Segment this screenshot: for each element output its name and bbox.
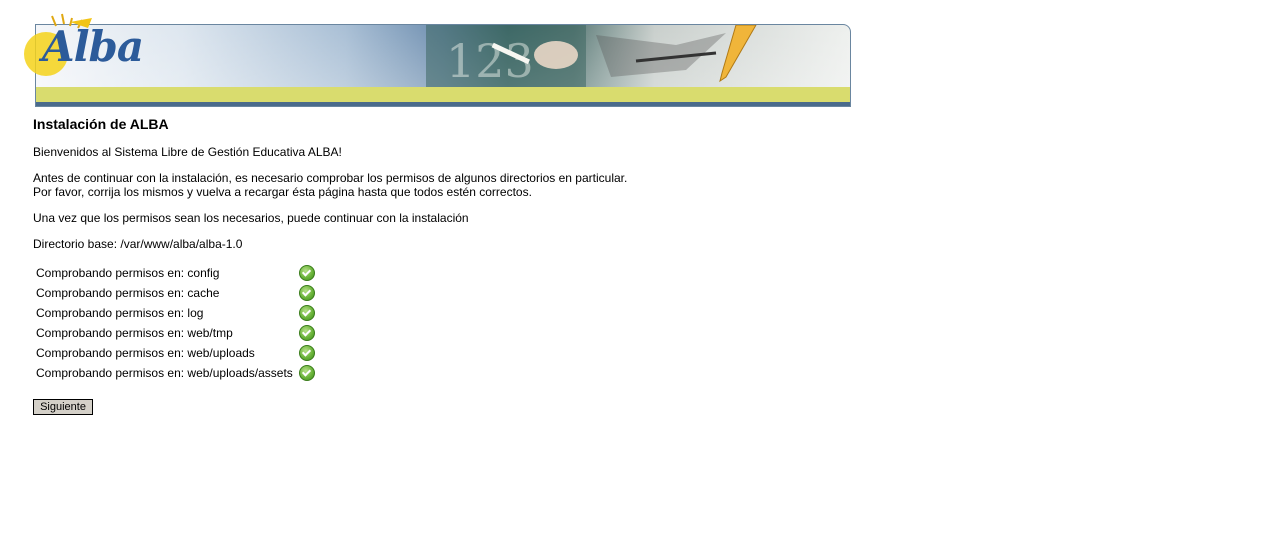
banner-image: 123: [35, 24, 851, 107]
table-row: Comprobando permisos en: web/uploads: [33, 343, 318, 363]
table-row: Comprobando permisos en: web/uploads/ass…: [33, 363, 318, 383]
check-ok-icon: [298, 305, 315, 321]
page: 123 Alba Instalación de ALBA Bienvenidos…: [0, 0, 1266, 551]
check-label: Comprobando permisos en: log: [36, 306, 204, 320]
continue-note: Una vez que los permisos sean los necesa…: [33, 211, 469, 225]
header-banner: 123 Alba: [12, 8, 852, 108]
instructions-line-2: Por favor, corrija los mismos y vuelva a…: [33, 185, 532, 199]
base-directory: Directorio base: /var/www/alba/alba-1.0: [33, 237, 243, 251]
instructions-line-1: Antes de continuar con la instalación, e…: [33, 171, 628, 185]
check-label: Comprobando permisos en: cache: [36, 286, 220, 300]
check-label: Comprobando permisos en: web/uploads: [36, 346, 255, 360]
check-ok-icon: [298, 345, 315, 361]
logo-text: Alba: [42, 22, 144, 71]
main-content: Instalación de ALBA Bienvenidos al Siste…: [33, 115, 933, 415]
page-title: Instalación de ALBA: [33, 116, 169, 132]
table-row: Comprobando permisos en: log: [33, 303, 318, 323]
alba-logo: Alba: [12, 8, 152, 88]
welcome-text: Bienvenidos al Sistema Libre de Gestión …: [33, 145, 342, 159]
table-row: Comprobando permisos en: web/tmp: [33, 323, 318, 343]
table-row: Comprobando permisos en: cache: [33, 283, 318, 303]
check-ok-icon: [298, 265, 315, 281]
check-label: Comprobando permisos en: config: [36, 266, 220, 280]
check-label: Comprobando permisos en: web/tmp: [36, 326, 233, 340]
permissions-check-table: Comprobando permisos en: config Comproba…: [33, 263, 318, 383]
instructions: Antes de continuar con la instalación, e…: [33, 171, 933, 199]
check-ok-icon: [298, 365, 315, 381]
next-button[interactable]: Siguiente: [33, 399, 93, 415]
table-row: Comprobando permisos en: config: [33, 263, 318, 283]
check-ok-icon: [298, 325, 315, 341]
check-label: Comprobando permisos en: web/uploads/ass…: [36, 366, 293, 380]
banner-artwork: 123: [426, 25, 757, 87]
check-ok-icon: [298, 285, 315, 301]
